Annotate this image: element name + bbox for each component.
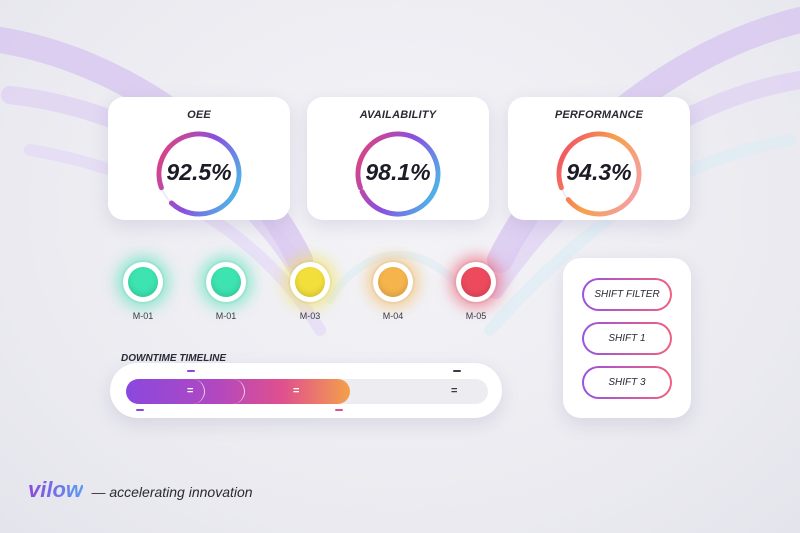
kpi-title: OEE bbox=[187, 109, 211, 121]
timeline-marker bbox=[136, 409, 144, 411]
status-dot-icon bbox=[461, 267, 491, 297]
machine-status-m04[interactable]: M-04 bbox=[368, 262, 424, 328]
kpi-title: PERFORMANCE bbox=[554, 109, 644, 121]
timeline-handle-left[interactable]: = bbox=[187, 385, 193, 397]
status-dot-icon bbox=[128, 267, 158, 297]
brand-tagline: — accelerating innovation bbox=[91, 484, 253, 500]
shift-1-button[interactable]: SHIFT 1 bbox=[582, 322, 672, 355]
kpi-card-performance: PERFORMANCE 94.3% bbox=[508, 97, 690, 220]
machine-label: M-04 bbox=[382, 311, 404, 321]
machine-label: M-05 bbox=[465, 311, 487, 321]
kpi-value: 94.3% bbox=[566, 159, 632, 185]
machine-status-m01[interactable]: M-01 bbox=[118, 262, 174, 328]
timeline-track[interactable]: = = = bbox=[126, 379, 488, 404]
machine-status-m01-b[interactable]: M-01 bbox=[201, 262, 257, 328]
kpi-value: 92.5% bbox=[166, 159, 232, 185]
status-ring bbox=[456, 262, 496, 302]
timeline-handle-mid[interactable]: = bbox=[293, 385, 299, 397]
brand-logo: vilow bbox=[28, 477, 84, 502]
timeline-marker bbox=[453, 370, 461, 372]
kpi-card-oee: OEE 92.5% bbox=[108, 97, 290, 220]
brand-footer: vilow — accelerating innovation bbox=[28, 477, 253, 503]
status-dot-icon bbox=[295, 267, 325, 297]
machine-label: M-03 bbox=[299, 311, 321, 321]
downtime-timeline: = = = bbox=[110, 363, 502, 418]
shift-filter-button[interactable]: SHIFT FILTER bbox=[582, 278, 672, 311]
status-ring bbox=[373, 262, 413, 302]
status-ring bbox=[290, 262, 330, 302]
status-dot-icon bbox=[378, 267, 408, 297]
status-ring bbox=[206, 262, 246, 302]
timeline-handle-right[interactable]: = bbox=[451, 385, 457, 397]
timeline-marker bbox=[187, 370, 195, 372]
timeline-marker bbox=[335, 409, 343, 411]
status-dot-icon bbox=[211, 267, 241, 297]
kpi-value: 98.1% bbox=[365, 159, 431, 185]
machine-status-m03[interactable]: M-03 bbox=[285, 262, 341, 328]
shift-filter-panel: SHIFT FILTER SHIFT 1 SHIFT 3 bbox=[563, 258, 691, 418]
kpi-title: AVAILABILITY bbox=[359, 109, 437, 121]
status-ring bbox=[123, 262, 163, 302]
timeline-segment-1[interactable] bbox=[166, 379, 205, 404]
machine-label: M-01 bbox=[132, 311, 154, 321]
timeline-segment-2[interactable] bbox=[206, 379, 245, 404]
machine-status-m05[interactable]: M-05 bbox=[451, 262, 507, 328]
shift-3-button[interactable]: SHIFT 3 bbox=[582, 366, 672, 399]
kpi-card-availability: AVAILABILITY 98.1% bbox=[307, 97, 489, 220]
machine-label: M-01 bbox=[215, 311, 237, 321]
